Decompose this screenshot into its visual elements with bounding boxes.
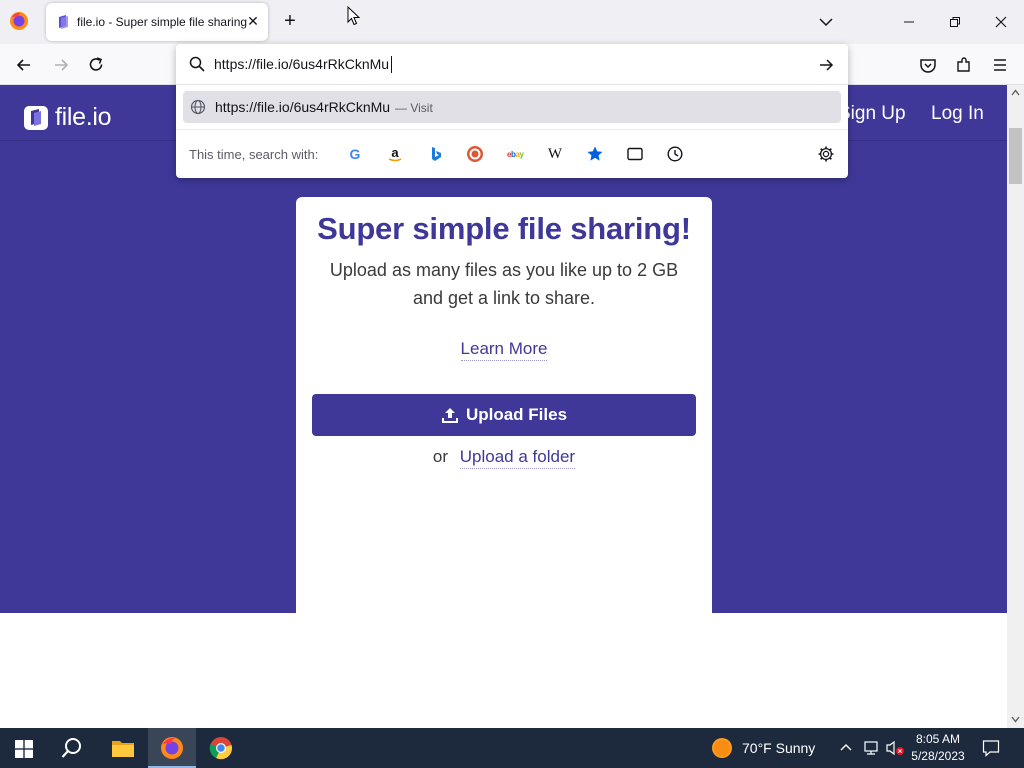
card-description: Upload as many files as you like up to 2… xyxy=(329,260,679,308)
scroll-up-arrow-icon[interactable] xyxy=(1011,89,1020,96)
bookmarks-star-icon[interactable] xyxy=(586,145,604,163)
window-restore-icon[interactable] xyxy=(945,12,965,32)
scrollbar-thumb[interactable] xyxy=(1009,128,1022,184)
tabs-icon[interactable] xyxy=(626,145,644,163)
wikipedia-search-icon[interactable]: W xyxy=(546,145,564,163)
suggestion-url: https://file.io/6us4rRkCknMu xyxy=(215,99,391,115)
search-icon[interactable] xyxy=(61,737,83,759)
firefox-menu-icon[interactable] xyxy=(9,11,29,31)
search-settings-gear-icon[interactable] xyxy=(817,145,835,163)
text-caret xyxy=(391,56,392,73)
upload-files-button[interactable]: Upload Files xyxy=(312,394,696,436)
firefox-icon xyxy=(161,737,183,759)
upload-folder-link[interactable]: Upload a folder xyxy=(459,447,576,469)
url-input[interactable] xyxy=(214,52,804,76)
suggestion-action: — Visit xyxy=(395,101,433,115)
duckduckgo-search-icon[interactable] xyxy=(466,145,484,163)
search-icon xyxy=(189,56,205,72)
search-with-label: This time, search with: xyxy=(189,147,319,162)
upload-files-label: Upload Files xyxy=(465,405,568,424)
network-icon[interactable] xyxy=(862,740,880,756)
url-suggestion-row[interactable]: https://file.io/6us4rRkCknMu — Visit xyxy=(183,91,841,123)
taskbar-clock[interactable]: 8:05 AM 5/28/2023 xyxy=(906,731,970,765)
svg-text:y: y xyxy=(520,150,525,159)
upload-card: Super simple file sharing! Upload as man… xyxy=(296,197,712,613)
mouse-cursor-icon xyxy=(347,6,361,26)
extensions-puzzle-icon[interactable] xyxy=(954,55,974,75)
page-viewport: file.io Sign Up Log In Super simple file… xyxy=(0,85,1007,728)
tab-file-io[interactable]: file.io - Super simple file sharing ✕ xyxy=(46,3,268,41)
clock-time: 8:05 AM xyxy=(915,732,961,746)
notifications-icon[interactable] xyxy=(982,739,1000,757)
scroll-down-arrow-icon[interactable] xyxy=(1011,716,1020,723)
clock-date: 5/28/2023 xyxy=(911,749,965,763)
weather-text[interactable]: 70°F Sunny xyxy=(742,740,815,756)
google-search-icon[interactable]: G xyxy=(346,145,364,163)
forward-arrow-icon[interactable] xyxy=(51,55,71,75)
tab-strip: file.io - Super simple file sharing ✕ + xyxy=(0,0,1024,44)
globe-icon xyxy=(190,99,206,115)
hamburger-menu-icon[interactable] xyxy=(990,55,1010,75)
upload-icon xyxy=(441,408,458,423)
speaker-muted-icon[interactable] xyxy=(885,740,905,756)
card-title: Super simple file sharing! xyxy=(317,211,691,246)
bing-search-icon[interactable] xyxy=(426,145,444,163)
taskbar-firefox-active[interactable] xyxy=(148,728,196,768)
file-explorer-icon[interactable] xyxy=(111,738,135,758)
site-logo-text: file.io xyxy=(55,103,112,131)
svg-text:a: a xyxy=(391,145,399,160)
new-tab-button[interactable]: + xyxy=(280,11,300,31)
chrome-icon[interactable] xyxy=(209,736,233,760)
windows-start-icon[interactable] xyxy=(15,740,33,758)
url-bar-dropdown: https://file.io/6us4rRkCknMu — Visit Thi… xyxy=(176,44,848,178)
file-io-logo-icon xyxy=(24,105,48,130)
url-divider xyxy=(176,84,848,85)
reload-icon[interactable] xyxy=(86,55,106,75)
show-hidden-icons-chevron-icon[interactable] xyxy=(840,742,852,752)
windows-taskbar: 70°F Sunny 8:05 AM 5/28/2023 xyxy=(0,728,1024,768)
amazon-search-icon[interactable]: a xyxy=(386,145,404,163)
upload-folder-row: or Upload a folder xyxy=(296,447,712,469)
go-arrow-icon[interactable] xyxy=(817,56,835,74)
history-clock-icon[interactable] xyxy=(666,145,684,163)
log-in-link[interactable]: Log In xyxy=(931,103,984,125)
site-logo[interactable]: file.io xyxy=(24,103,112,132)
pocket-icon[interactable] xyxy=(918,55,938,75)
page-scrollbar[interactable] xyxy=(1007,85,1024,728)
tab-title: file.io - Super simple file sharing xyxy=(77,15,247,29)
learn-more-row: Learn More xyxy=(296,339,712,361)
sign-up-link[interactable]: Sign Up xyxy=(838,103,906,125)
tab-close-icon[interactable]: ✕ xyxy=(245,13,261,29)
ebay-search-icon[interactable]: e b a y xyxy=(506,145,524,163)
file-io-favicon-icon xyxy=(59,15,68,29)
list-all-tabs-chevron-icon[interactable] xyxy=(817,13,835,31)
or-text: or xyxy=(432,447,449,466)
window-minimize-icon[interactable] xyxy=(899,12,919,32)
back-arrow-icon[interactable] xyxy=(14,55,34,75)
suggestion-divider xyxy=(176,129,848,130)
weather-sun-icon[interactable] xyxy=(711,737,733,759)
window-close-icon[interactable] xyxy=(991,12,1011,32)
learn-more-link[interactable]: Learn More xyxy=(460,339,548,361)
